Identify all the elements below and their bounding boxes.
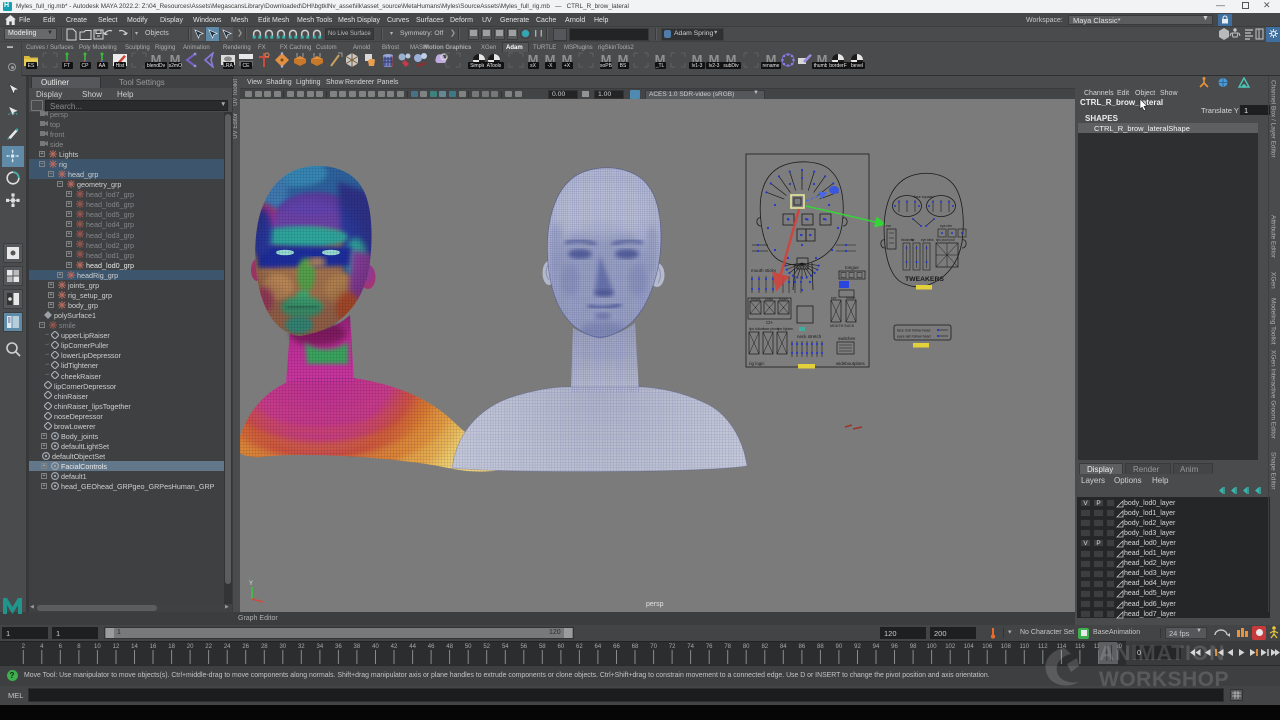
svg-text:WORKSHOP: WORKSHOP	[1099, 668, 1229, 691]
svg-text:TWEAKERS: TWEAKERS	[905, 276, 944, 283]
svg-text:lips follow: lips follow	[749, 327, 764, 331]
svg-text:82: 82	[761, 644, 768, 650]
svg-text:80: 80	[743, 644, 750, 650]
svg-text:44: 44	[409, 644, 416, 650]
svg-text:106: 106	[982, 644, 993, 650]
svg-text:54: 54	[502, 644, 509, 650]
svg-text:94: 94	[873, 644, 880, 650]
svg-text:90: 90	[836, 644, 843, 650]
svg-text:lip: lip	[911, 238, 914, 242]
svg-text:mouth: mouth	[846, 296, 856, 300]
svg-text:98: 98	[910, 644, 917, 650]
svg-text:MOUTH SUCK: MOUTH SUCK	[830, 324, 855, 328]
svg-text:frown: frown	[779, 298, 788, 302]
svg-text:14: 14	[131, 644, 138, 650]
svg-text:74: 74	[687, 644, 694, 650]
svg-text:84: 84	[780, 644, 787, 650]
svg-text:16: 16	[150, 644, 157, 650]
svg-text:smile: smile	[765, 298, 773, 302]
svg-text:58: 58	[539, 644, 546, 650]
svg-text:86: 86	[799, 644, 806, 650]
svg-text:12: 12	[113, 644, 120, 650]
svg-text:76: 76	[706, 644, 713, 650]
svg-text:face GUI follow head: face GUI follow head	[897, 329, 930, 333]
svg-text:mouth sticky: mouth sticky	[751, 268, 777, 273]
svg-text:70: 70	[650, 644, 657, 650]
svg-text:eye: eye	[831, 296, 837, 300]
svg-text:66: 66	[613, 644, 620, 650]
svg-text:72: 72	[669, 644, 676, 650]
svg-text:wideboutplans: wideboutplans	[836, 361, 866, 366]
svg-text:6: 6	[59, 644, 63, 650]
svg-text:face squash: face squash	[914, 195, 933, 199]
svg-text:52: 52	[483, 644, 490, 650]
svg-text:50: 50	[465, 644, 472, 650]
svg-text:36: 36	[335, 644, 342, 650]
svg-text:brows: brows	[751, 298, 761, 302]
svg-text:100: 100	[927, 644, 938, 650]
svg-text:28: 28	[261, 644, 268, 650]
svg-text:78: 78	[724, 644, 731, 650]
svg-text:4: 4	[40, 644, 44, 650]
svg-text:62: 62	[576, 644, 583, 650]
svg-text:42: 42	[391, 644, 398, 650]
svg-text:8: 8	[77, 644, 81, 650]
svg-text:104: 104	[964, 644, 975, 650]
svg-text:eye blink: eye blink	[921, 238, 934, 242]
svg-text:110: 110	[1020, 644, 1030, 650]
svg-text:108: 108	[1001, 644, 1012, 650]
svg-text:CH: CH	[766, 320, 773, 325]
svg-text:eye reln: eye reln	[940, 224, 952, 228]
svg-text:46: 46	[428, 644, 435, 650]
svg-text:32: 32	[298, 644, 305, 650]
svg-text:2: 2	[22, 644, 26, 650]
svg-text:ANIMATION: ANIMATION	[1099, 642, 1225, 665]
svg-text:tongue: tongue	[845, 265, 859, 270]
svg-text:switches: switches	[838, 336, 856, 341]
svg-text:68: 68	[632, 644, 639, 650]
svg-text:10: 10	[94, 644, 101, 650]
svg-text:60: 60	[558, 644, 565, 650]
svg-text:18: 18	[168, 644, 175, 650]
svg-text:neck stretch: neck stretch	[797, 334, 822, 339]
svg-text:24: 24	[224, 644, 231, 650]
svg-text:92: 92	[854, 644, 861, 650]
svg-text:64: 64	[595, 644, 602, 650]
svg-text:20: 20	[187, 644, 194, 650]
svg-text:rig logic: rig logic	[749, 361, 765, 366]
svg-text:34: 34	[317, 644, 324, 650]
svg-text:96: 96	[891, 644, 898, 650]
svg-text:48: 48	[446, 644, 453, 650]
svg-text:102: 102	[945, 644, 956, 650]
svg-text:22: 22	[205, 644, 212, 650]
svg-text:lips tighten: lips tighten	[777, 327, 793, 331]
svg-text:Y: Y	[249, 581, 253, 587]
svg-text:56: 56	[520, 644, 527, 650]
svg-text:40: 40	[372, 644, 379, 650]
svg-text:88: 88	[817, 644, 824, 650]
svg-text:30: 30	[279, 644, 286, 650]
svg-text:38: 38	[354, 644, 361, 650]
svg-text:eyes aim follow head: eyes aim follow head	[897, 335, 931, 339]
svg-text:lips push pull: lips push pull	[936, 238, 955, 242]
svg-text:ear: ear	[886, 224, 892, 228]
svg-text:26: 26	[242, 644, 249, 650]
